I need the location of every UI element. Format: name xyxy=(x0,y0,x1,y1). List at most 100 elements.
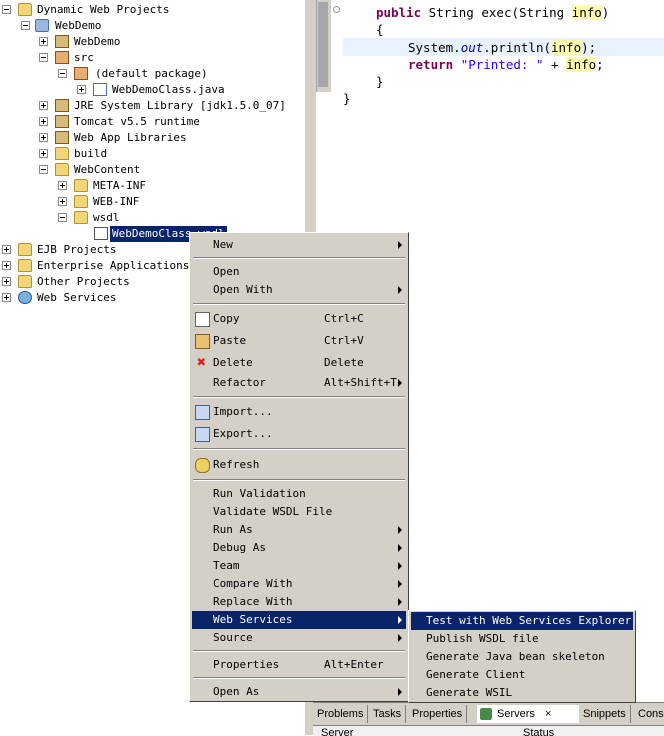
tab-console[interactable]: Cons xyxy=(634,705,664,723)
menu-item-replace-with[interactable]: Replace With xyxy=(192,593,406,611)
code-line-2: { xyxy=(376,22,384,37)
menu-item-run-validation[interactable]: Run Validation xyxy=(192,485,406,503)
menu-item-refactor[interactable]: Refactor Alt+Shift+T xyxy=(192,374,406,392)
menu-label: Replace With xyxy=(213,595,293,608)
menu-label: Generate Client xyxy=(426,668,526,681)
submenu-arrow-icon xyxy=(398,379,402,387)
expand-toggle-icon[interactable] xyxy=(2,261,11,270)
submenu-item-generate-wsil[interactable]: Generate WSIL xyxy=(411,684,633,702)
tab-snippets[interactable]: Snippets xyxy=(579,705,631,723)
menu-item-paste[interactable]: Paste Ctrl+V xyxy=(192,332,406,350)
tab-problems[interactable]: Problems xyxy=(313,705,369,723)
tree-item-label: Dynamic Web Projects xyxy=(37,3,170,16)
fold-marker-icon[interactable] xyxy=(333,6,340,13)
expand-toggle-icon[interactable] xyxy=(58,181,67,190)
expand-toggle-icon[interactable] xyxy=(39,101,48,110)
menu-item-export[interactable]: Export... xyxy=(192,425,406,443)
expand-toggle-icon[interactable] xyxy=(58,197,67,206)
code-line-5: } xyxy=(376,74,384,89)
menu-item-open-as[interactable]: Open As xyxy=(192,683,406,701)
tree-item-label: (default package) xyxy=(95,67,208,80)
menu-item-import[interactable]: Import... xyxy=(192,403,406,421)
expand-toggle-icon[interactable] xyxy=(39,133,48,142)
menu-item-properties[interactable]: Properties Alt+Enter xyxy=(192,656,406,674)
package-icon xyxy=(74,67,88,80)
menu-label: Team xyxy=(213,559,240,572)
tree-item-label: src xyxy=(74,51,94,64)
expand-toggle-icon[interactable] xyxy=(2,277,11,286)
code-line-4: return "Printed: " + info; xyxy=(408,57,604,72)
folder-icon xyxy=(55,147,69,160)
collapse-toggle-icon[interactable] xyxy=(2,5,11,14)
submenu-item-test-explorer[interactable]: Test with Web Services Explorer xyxy=(411,612,633,630)
submenu-arrow-icon xyxy=(398,544,402,552)
menu-label: Test with Web Services Explorer xyxy=(426,614,632,627)
menu-item-open-with[interactable]: Open With xyxy=(192,281,406,299)
menu-item-open[interactable]: Open xyxy=(192,263,406,281)
export-icon xyxy=(195,427,210,442)
menu-item-refresh[interactable]: Refresh xyxy=(192,456,406,474)
collapse-toggle-icon[interactable] xyxy=(39,53,48,62)
menu-shortcut: Ctrl+C xyxy=(324,312,364,325)
editor-scroll-thumb[interactable] xyxy=(318,2,328,87)
submenu-arrow-icon xyxy=(398,598,402,606)
expand-toggle-icon[interactable] xyxy=(77,85,86,94)
servers-icon xyxy=(480,708,492,720)
expand-toggle-icon[interactable] xyxy=(39,37,48,46)
folder-icon xyxy=(18,243,32,256)
tab-tasks[interactable]: Tasks xyxy=(369,705,407,723)
library-icon xyxy=(55,99,69,112)
source-folder-icon xyxy=(55,51,69,64)
tree-item-label: Web Services xyxy=(37,291,117,304)
wsdl-file-icon xyxy=(94,227,108,240)
tab-servers[interactable]: Servers × xyxy=(477,705,588,723)
menu-label: Refresh xyxy=(213,458,260,471)
expand-toggle-icon[interactable] xyxy=(2,245,11,254)
collapse-toggle-icon[interactable] xyxy=(58,213,67,222)
tree-item-label: WEB-INF xyxy=(93,195,140,208)
menu-item-web-services[interactable]: Web Services xyxy=(192,611,406,629)
submenu-item-generate-skeleton[interactable]: Generate Java bean skeleton xyxy=(411,648,633,666)
menu-label: Paste xyxy=(213,334,247,347)
menu-label: Debug As xyxy=(213,541,266,554)
folder-icon xyxy=(18,275,32,288)
menu-label: Refactor xyxy=(213,376,266,389)
import-icon xyxy=(195,405,210,420)
tree-item-label: JRE System Library [jdk1.5.0_07] xyxy=(74,99,286,112)
web-project-icon xyxy=(35,19,49,32)
submenu-arrow-icon xyxy=(398,580,402,588)
close-icon[interactable]: × xyxy=(545,705,551,723)
collapse-toggle-icon[interactable] xyxy=(39,165,48,174)
expand-toggle-icon[interactable] xyxy=(2,293,11,302)
submenu-item-publish-wsdl[interactable]: Publish WSDL file xyxy=(411,630,633,648)
folder-icon xyxy=(74,179,88,192)
paste-icon xyxy=(195,334,210,349)
delete-icon: ✖ xyxy=(196,353,207,371)
menu-separator xyxy=(193,303,405,305)
menu-item-new[interactable]: New xyxy=(192,236,406,254)
menu-label: Import... xyxy=(213,405,273,418)
menu-shortcut: Ctrl+V xyxy=(324,334,364,347)
tab-properties[interactable]: Properties xyxy=(408,705,468,723)
menu-item-team[interactable]: Team xyxy=(192,557,406,575)
deployment-descriptor-icon xyxy=(55,35,69,48)
menu-item-run-as[interactable]: Run As xyxy=(192,521,406,539)
menu-item-debug-as[interactable]: Debug As xyxy=(192,539,406,557)
menu-item-source[interactable]: Source xyxy=(192,629,406,647)
menu-separator xyxy=(193,257,405,259)
menu-item-compare-with[interactable]: Compare With xyxy=(192,575,406,593)
web-services-submenu: Test with Web Services Explorer Publish … xyxy=(408,610,636,703)
menu-separator xyxy=(193,448,405,450)
menu-separator xyxy=(193,677,405,679)
expand-toggle-icon[interactable] xyxy=(39,117,48,126)
collapse-toggle-icon[interactable] xyxy=(58,69,67,78)
menu-item-validate-wsdl[interactable]: Validate WSDL File xyxy=(192,503,406,521)
menu-item-delete[interactable]: ✖ Delete Delete xyxy=(192,354,406,372)
expand-toggle-icon[interactable] xyxy=(39,149,48,158)
submenu-item-generate-client[interactable]: Generate Client xyxy=(411,666,633,684)
menu-label: Export... xyxy=(213,427,273,440)
menu-item-copy[interactable]: Copy Ctrl+C xyxy=(192,310,406,328)
refresh-icon xyxy=(195,458,210,473)
submenu-arrow-icon xyxy=(398,241,402,249)
collapse-toggle-icon[interactable] xyxy=(21,21,30,30)
